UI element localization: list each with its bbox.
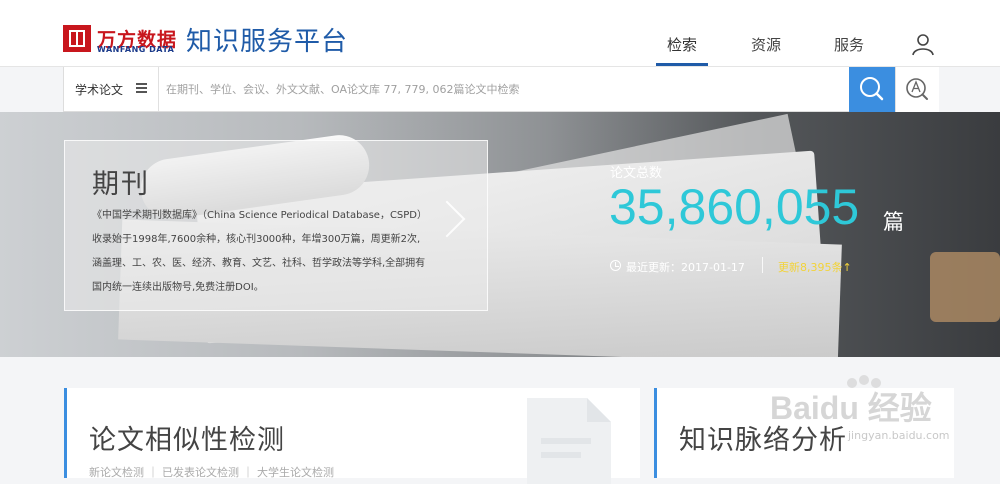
platform-title: 知识服务平台	[186, 27, 349, 57]
top-header: 万方数据 WANFANG DATA 知识服务平台 检索 资源 服务	[0, 0, 1000, 67]
new-count-link[interactable]: 更新8,395条↑	[778, 259, 852, 275]
card-title: 期刊	[92, 169, 150, 200]
wanfang-logo-icon[interactable]	[63, 25, 91, 52]
search-icon	[860, 77, 884, 101]
nav-resources[interactable]: 资源	[751, 34, 781, 55]
user-icon[interactable]	[911, 32, 935, 56]
banner-bg-cup	[930, 252, 1000, 322]
nav-active-indicator	[656, 63, 708, 66]
search-category-label: 学术论文	[75, 83, 124, 97]
search-button[interactable]	[849, 67, 895, 112]
advanced-search-button[interactable]	[895, 67, 939, 112]
nav-services[interactable]: 服务	[834, 34, 864, 55]
panel-similarity-check[interactable]: 论文相似性检测 新论文检测 ｜ 已发表论文检测 ｜ 大学生论文检测	[64, 388, 640, 484]
stat-unit: 篇	[883, 210, 904, 234]
search-bar: 学术论文	[63, 67, 939, 112]
search-input[interactable]	[160, 67, 850, 111]
stat-divider	[762, 257, 763, 273]
last-updated: 最近更新：2017-01-17	[626, 261, 745, 274]
nav-search[interactable]: 检索	[667, 34, 697, 55]
stat-total-papers: 35,860,055	[609, 179, 860, 235]
resource-card[interactable]: 期刊 《中国学术期刊数据库》（China Science Periodical …	[64, 140, 488, 311]
search-category-select[interactable]: 学术论文	[64, 67, 159, 111]
menu-icon[interactable]	[136, 83, 147, 93]
chevron-right-icon[interactable]	[428, 200, 466, 238]
panel-subtitle: 新论文检测 ｜ 已发表论文检测 ｜ 大学生论文检测	[89, 466, 334, 479]
card-description: 《中国学术期刊数据库》（China Science Periodical Dat…	[92, 210, 428, 293]
brand-name-en: WANFANG DATA	[97, 45, 175, 54]
watermark-text: Baidu 经验	[770, 390, 932, 426]
clock-icon	[610, 260, 621, 271]
watermark-url: jingyan.baidu.com	[848, 429, 950, 442]
panel-title: 论文相似性检测	[89, 425, 285, 456]
advanced-search-icon	[906, 78, 928, 100]
